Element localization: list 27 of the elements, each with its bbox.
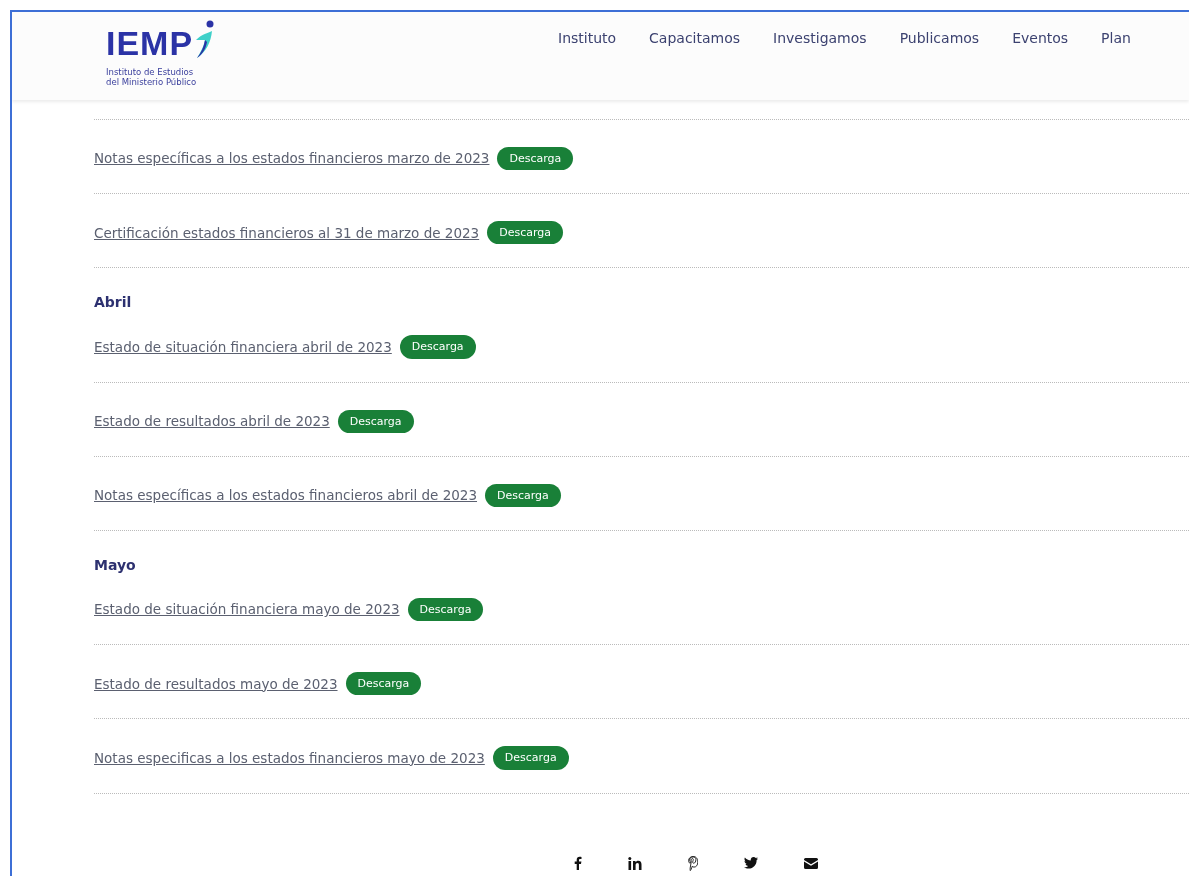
month-heading: Abril: [94, 294, 132, 311]
month-heading: Mayo: [94, 556, 136, 573]
logo-subtitle: Instituto de Estudios: [106, 68, 194, 78]
download-button[interactable]: Descarga: [485, 483, 561, 507]
nav-link[interactable]: Publicamos: [899, 28, 980, 49]
logo-wordmark: IEMP: [106, 23, 194, 60]
document-link[interactable]: Estado de situación financiera abril de 2023: [94, 336, 392, 358]
document-link[interactable]: Notas especificas a los estados financieros mayo de 2023: [94, 747, 485, 769]
download-button[interactable]: Descarga: [345, 672, 422, 696]
nav-link[interactable]: Eventos: [1012, 28, 1069, 49]
logo-subtitle: del Ministerio Público: [106, 77, 197, 88]
document-link[interactable]: Estado de resultados mayo de 2023: [94, 673, 338, 694]
download-button[interactable]: Descarga: [407, 597, 484, 622]
document-link[interactable]: Estado de resultados abril de 2023: [94, 411, 330, 432]
download-button[interactable]: Descarga: [399, 335, 476, 359]
download-button[interactable]: Descarga: [487, 221, 563, 245]
document-link[interactable]: Notas específicas a los estados financieros abril de 2023: [94, 485, 478, 506]
nav-link[interactable]: Capacitamos: [649, 28, 741, 49]
download-button[interactable]: Descarga: [497, 147, 574, 171]
download-button[interactable]: Descarga: [492, 746, 569, 770]
nav-link[interactable]: Instituto: [558, 28, 617, 49]
download-button[interactable]: Descarga: [337, 409, 414, 433]
nav-link[interactable]: Investigamos: [773, 28, 867, 49]
document-link[interactable]: Notas específicas a los estados financieros marzo de 2023: [94, 148, 490, 169]
nav-link[interactable]: Plan: [1101, 28, 1131, 49]
document-link[interactable]: Estado de situación financiera mayo de 2023: [94, 599, 400, 620]
document-link[interactable]: Certificación estados financieros al 31 de marzo de 2023: [94, 222, 480, 243]
